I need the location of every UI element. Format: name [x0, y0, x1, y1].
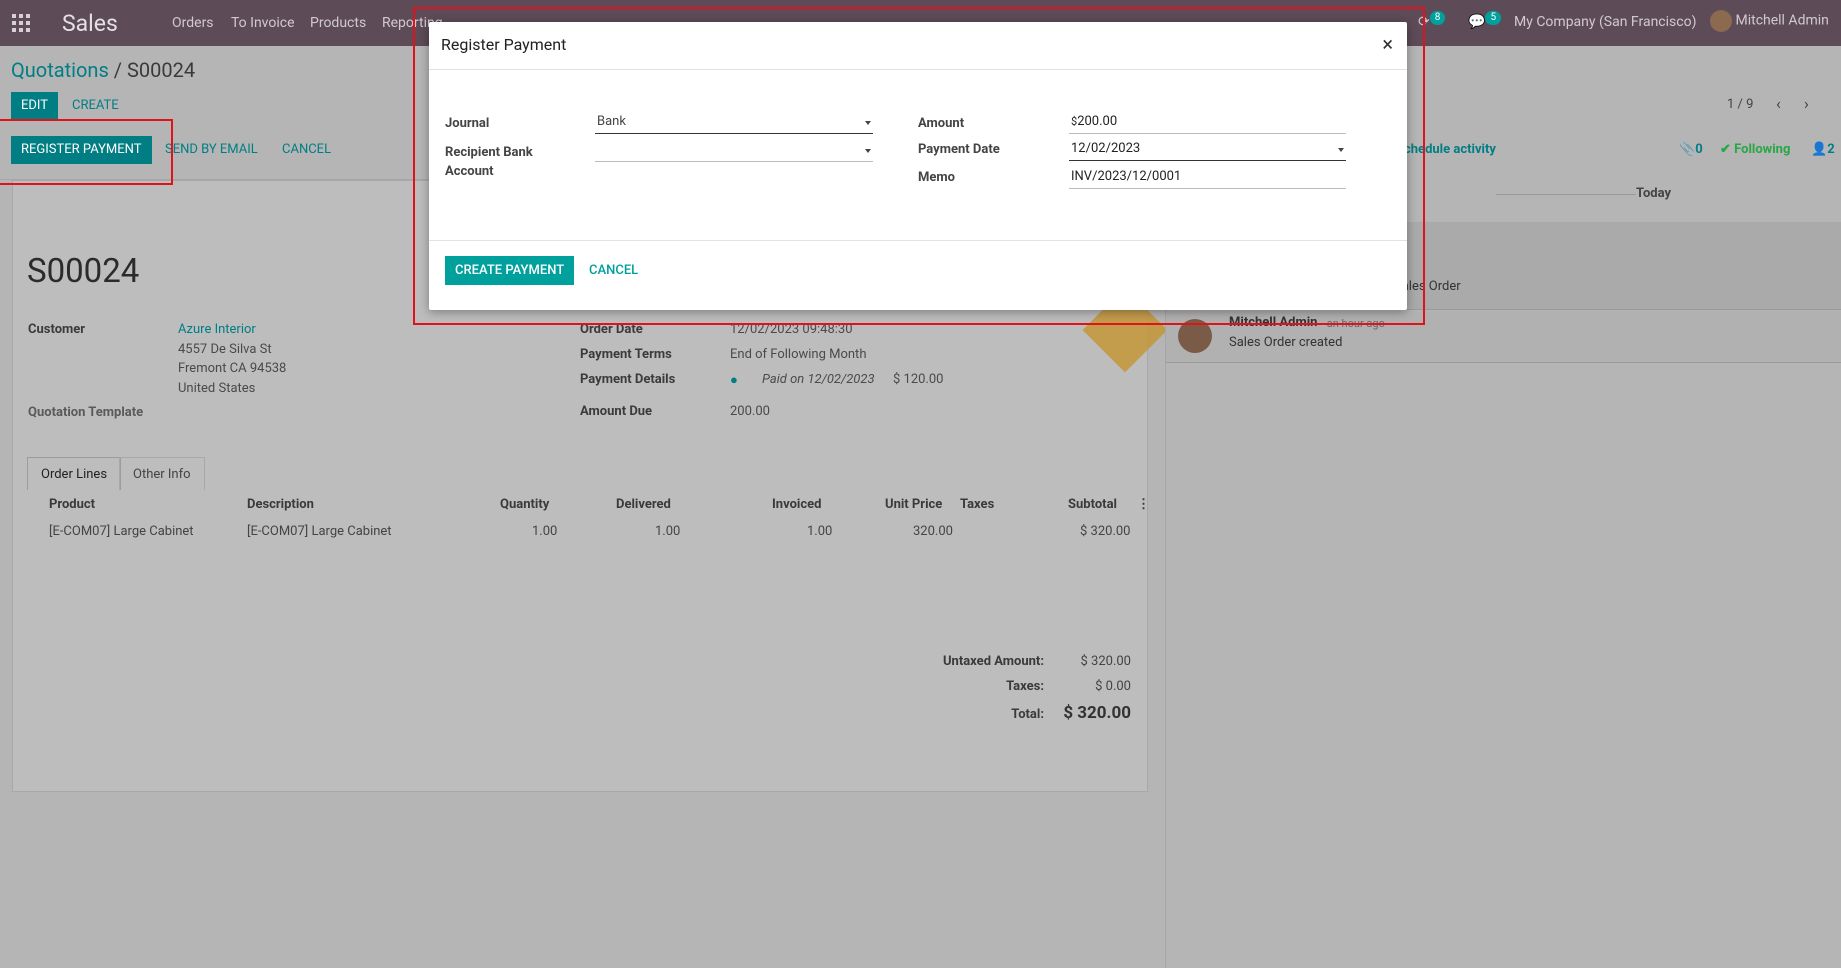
highlight-register-payment-box [0, 119, 173, 185]
row-invoiced: 1.00 [807, 524, 833, 539]
following-button[interactable]: ✔ Following [1720, 142, 1790, 157]
edit-button[interactable]: EDIT [11, 92, 59, 120]
breadcrumb-current: S00024 [127, 58, 196, 82]
pager-next-icon[interactable]: › [1804, 94, 1809, 113]
messages-badge: 5 [1485, 11, 1502, 25]
breadcrumb-separator: / [113, 58, 123, 82]
row-unit-price: 320.00 [913, 524, 953, 539]
messages-icon[interactable]: 💬 5 [1468, 11, 1502, 31]
payment-details-label: Payment Details [580, 372, 676, 387]
paid-on-text: Paid on 12/02/2023 [762, 372, 875, 387]
followers-value: 2 [1827, 142, 1835, 157]
info-icon[interactable]: ● [730, 372, 738, 388]
amount-due-label: Amount Due [580, 404, 653, 419]
date-divider-today: Today [1635, 186, 1672, 201]
optional-columns-icon[interactable]: ⋮ [1137, 497, 1150, 512]
amount-due-value: 200.00 [730, 404, 770, 419]
col-taxes[interactable]: Taxes [960, 497, 994, 512]
following-label: Following [1734, 142, 1791, 157]
user-avatar [1710, 10, 1732, 32]
paid-amount: $ 120.00 [893, 372, 944, 387]
row-product[interactable]: [E-COM07] Large Cabinet [49, 524, 194, 539]
company-switcher[interactable]: My Company (San Francisco) [1514, 14, 1696, 30]
attachments-count[interactable]: 📎0 [1679, 142, 1703, 157]
menu-to-invoice[interactable]: To Invoice [231, 15, 295, 31]
menu-products[interactable]: Products [310, 15, 366, 31]
menu-orders[interactable]: Orders [172, 15, 214, 31]
quotation-template-label: Quotation Template [28, 405, 144, 420]
order-name: S00024 [27, 252, 140, 291]
col-unit-price[interactable]: Unit Price [885, 497, 942, 512]
breadcrumb-quotations[interactable]: Quotations [11, 58, 109, 82]
taxes-label: Taxes: [1006, 679, 1044, 694]
payment-terms-label: Payment Terms [580, 347, 672, 362]
message-2-text: Sales Order created [1229, 335, 1343, 350]
col-description[interactable]: Description [247, 497, 314, 512]
col-delivered[interactable]: Delivered [616, 497, 671, 512]
customer-address-line3: United States [178, 381, 256, 396]
col-product[interactable]: Product [49, 497, 95, 512]
create-button[interactable]: CREATE [62, 92, 129, 120]
row-quantity: 1.00 [532, 524, 558, 539]
user-menu[interactable]: Mitchell Admin [1710, 10, 1829, 32]
row-subtotal: $ 320.00 [1080, 524, 1131, 539]
untaxed-value: $ 320.00 [1080, 654, 1132, 669]
customer-label: Customer [28, 322, 86, 337]
tab-order-lines[interactable]: Order Lines [27, 457, 122, 490]
pager-value: 1 / 9 [1727, 97, 1754, 112]
apps-menu-icon[interactable] [12, 14, 30, 32]
total-label: Total: [1011, 707, 1044, 722]
breadcrumb: Quotations / S00024 [11, 58, 195, 82]
activity-badge: 8 [1429, 11, 1446, 25]
customer-address-line2: Fremont CA 94538 [178, 361, 287, 376]
col-quantity[interactable]: Quantity [500, 497, 549, 512]
followers-count[interactable]: 👤2 [1811, 142, 1835, 157]
attachments-value: 0 [1695, 142, 1703, 157]
customer-link[interactable]: Azure Interior [178, 322, 256, 337]
highlight-dialog-box [413, 7, 1425, 325]
app-brand[interactable]: Sales [62, 10, 118, 37]
total-value: $ 320.00 [1063, 703, 1131, 723]
tab-other-info[interactable]: Other Info [119, 457, 205, 490]
user-name: Mitchell Admin [1735, 12, 1829, 29]
pager-prev-icon[interactable]: ‹ [1776, 94, 1781, 113]
customer-address-line1: 4557 De Silva St [178, 342, 272, 357]
taxes-value: $ 0.00 [1095, 679, 1131, 694]
row-delivered: 1.00 [655, 524, 681, 539]
cancel-order-button[interactable]: CANCEL [272, 136, 341, 164]
row-description[interactable]: [E-COM07] Large Cabinet [247, 524, 392, 539]
col-invoiced[interactable]: Invoiced [772, 497, 821, 512]
payment-terms-value: End of Following Month [730, 347, 867, 362]
untaxed-label: Untaxed Amount: [942, 654, 1044, 669]
col-subtotal[interactable]: Subtotal [1068, 497, 1117, 512]
